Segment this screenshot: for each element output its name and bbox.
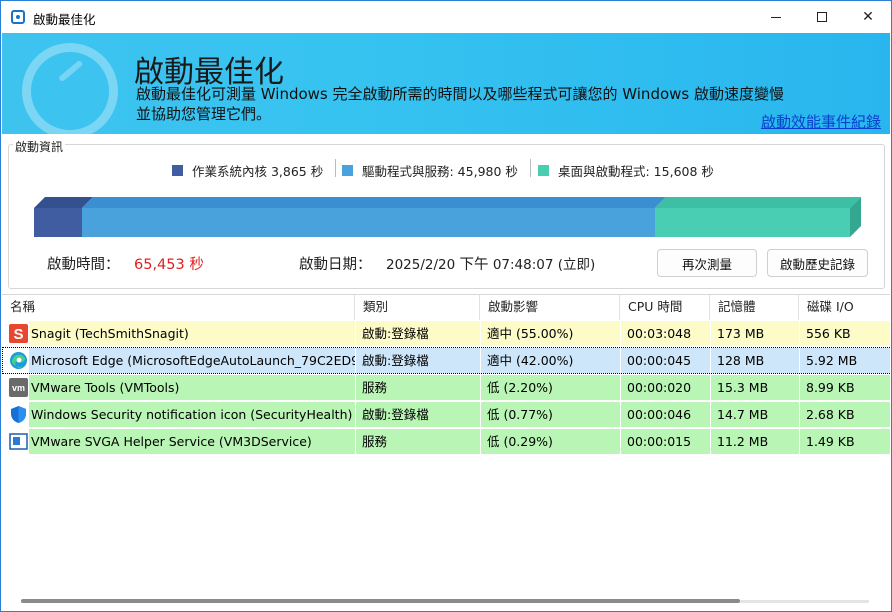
bar-segment-top-desktop bbox=[655, 197, 861, 208]
bar-segment-top-drivers bbox=[82, 197, 667, 208]
close-button[interactable]: ✕ bbox=[845, 1, 891, 33]
row-category: 啟動:登錄檔 bbox=[356, 348, 480, 373]
row-memory: 15.3 MB bbox=[711, 375, 799, 400]
legend-divider bbox=[530, 159, 531, 177]
boot-time-bar-top bbox=[34, 197, 861, 208]
column-header-cpu[interactable]: CPU 時間 bbox=[620, 295, 710, 320]
row-memory: 173 MB bbox=[711, 321, 799, 346]
row-memory: 11.2 MB bbox=[711, 429, 799, 454]
row-cpu-time: 00:00:020 bbox=[621, 375, 710, 400]
boot-time-bar bbox=[34, 197, 861, 237]
snagit-icon: S bbox=[9, 324, 28, 343]
close-icon: ✕ bbox=[862, 9, 874, 25]
minimize-icon bbox=[771, 16, 781, 18]
legend-drivers-label: 驅動程式與服務: 45,980 秒 bbox=[362, 164, 518, 179]
column-header-disk[interactable]: 磁碟 I/O bbox=[799, 295, 890, 320]
row-disk-io: 8.99 KB bbox=[800, 375, 890, 400]
row-category: 服務 bbox=[356, 375, 480, 400]
horizontal-scrollbar-thumb[interactable] bbox=[21, 599, 740, 603]
row-category: 啟動:登錄檔 bbox=[356, 321, 480, 346]
column-header-memory[interactable]: 記憶體 bbox=[710, 295, 799, 320]
bar-segment-drivers bbox=[82, 208, 656, 237]
row-category: 啟動:登錄檔 bbox=[356, 402, 480, 427]
table-row[interactable]: Windows Security notification icon (Secu… bbox=[2, 401, 890, 428]
row-cpu-time: 00:00:015 bbox=[621, 429, 710, 454]
header-banner: 啟動最佳化 啟動最佳化可測量 Windows 完全啟動所需的時間以及哪些程式可讓… bbox=[2, 33, 890, 134]
legend-drivers-swatch bbox=[342, 165, 353, 176]
svg-text:vm: vm bbox=[12, 383, 25, 393]
app-gauge-icon bbox=[11, 10, 25, 24]
legend-divider bbox=[335, 159, 336, 177]
row-cpu-time: 00:00:046 bbox=[621, 402, 710, 427]
vm3d-icon bbox=[9, 432, 28, 451]
row-category: 服務 bbox=[356, 429, 480, 454]
row-memory: 14.7 MB bbox=[711, 402, 799, 427]
boot-time-bar-front bbox=[34, 208, 850, 237]
table-row[interactable]: Snagit (TechSmithSnagit) 啟動:登錄檔 適中 (55.00%… bbox=[2, 320, 890, 347]
row-disk-io: 2.68 KB bbox=[800, 402, 890, 427]
boot-time-label: 啟動時間： bbox=[47, 257, 120, 273]
list-header: 名稱 類別 啟動影響 CPU 時間 記憶體 磁碟 I/O bbox=[2, 295, 890, 320]
title-bar[interactable]: 啟動最佳化 ✕ bbox=[1, 1, 891, 33]
maximize-button[interactable] bbox=[799, 1, 845, 33]
legend-desktop-swatch bbox=[538, 165, 549, 176]
remeasure-button[interactable]: 再次測量 bbox=[657, 249, 757, 277]
row-impact: 適中 (55.00%) bbox=[481, 321, 620, 346]
row-disk-io: 5.92 MB bbox=[800, 348, 890, 373]
row-disk-io: 556 KB bbox=[800, 321, 890, 346]
legend-desktop-label: 桌面與啟動程式: 15,608 秒 bbox=[558, 164, 714, 179]
speedometer-icon bbox=[22, 43, 118, 134]
row-cpu-time: 00:03:048 bbox=[621, 321, 710, 346]
minimize-button[interactable] bbox=[753, 1, 799, 33]
legend-drivers: 驅動程式與服務: 45,980 秒 bbox=[342, 161, 518, 180]
window-title: 啟動最佳化 bbox=[33, 12, 96, 27]
row-name: Windows Security notification icon (Secu… bbox=[29, 402, 355, 427]
boot-time-value: 65,453 秒 bbox=[134, 257, 204, 273]
banner-description: 啟動最佳化可測量 Windows 完全啟動所需的時間以及哪些程式可讓您的 Win… bbox=[136, 85, 784, 123]
row-impact: 適中 (42.00%) bbox=[481, 348, 620, 373]
table-row[interactable]: Microsoft Edge (MicrosoftEdgeAutoLaunch_… bbox=[2, 347, 890, 374]
row-impact: 低 (0.29%) bbox=[481, 429, 620, 454]
row-name: VMware SVGA Helper Service (VM3DService) bbox=[29, 429, 355, 454]
startup-items-list[interactable]: 名稱 類別 啟動影響 CPU 時間 記憶體 磁碟 I/O Snagit (Tec… bbox=[2, 294, 890, 612]
row-impact: 低 (0.77%) bbox=[481, 402, 620, 427]
row-name: VMware Tools (VMTools) bbox=[29, 375, 355, 400]
boot-performance-log-link[interactable]: 啟動效能事件紀錄 bbox=[761, 111, 881, 132]
legend-kernel-label: 作業系統內核 3,865 秒 bbox=[192, 164, 324, 179]
row-name: Snagit (TechSmithSnagit) bbox=[29, 321, 355, 346]
maximize-icon bbox=[817, 12, 827, 22]
column-header-impact[interactable]: 啟動影響 bbox=[480, 295, 620, 320]
boot-date-ampm: 下午 bbox=[459, 257, 489, 273]
boot-date-value: 2025/2/20 下午 07:48:07 (立即) bbox=[386, 253, 595, 274]
table-row[interactable]: VMware SVGA Helper Service (VM3DService)… bbox=[2, 428, 890, 455]
legend-kernel: 作業系統內核 3,865 秒 bbox=[172, 161, 323, 180]
row-cpu-time: 00:00:045 bbox=[621, 348, 710, 373]
row-disk-io: 1.49 KB bbox=[800, 429, 890, 454]
row-name: Microsoft Edge (MicrosoftEdgeAutoLaunch_… bbox=[29, 348, 355, 373]
boot-date: 2025/2/20 bbox=[386, 257, 456, 273]
svg-text:S: S bbox=[13, 326, 23, 343]
row-memory: 128 MB bbox=[711, 348, 799, 373]
column-header-category[interactable]: 類別 bbox=[355, 295, 480, 320]
shield-icon bbox=[9, 405, 28, 424]
app-window: 啟動最佳化 ✕ 啟動最佳化 啟動最佳化可測量 Windows 完全啟動所需的時間… bbox=[0, 0, 892, 612]
row-impact: 低 (2.20%) bbox=[481, 375, 620, 400]
table-row[interactable]: VMware Tools (VMTools) 服務低 (2.20%) 00:00:0… bbox=[2, 374, 890, 401]
bar-segment-kernel bbox=[34, 208, 83, 237]
bar-segment-desktop bbox=[655, 208, 850, 237]
boot-date-label: 啟動日期： bbox=[299, 257, 372, 273]
legend-desktop: 桌面與啟動程式: 15,608 秒 bbox=[538, 161, 714, 180]
edge-icon bbox=[9, 351, 28, 370]
vmware-icon: vm bbox=[9, 378, 28, 397]
legend-kernel-swatch bbox=[172, 165, 183, 176]
boot-date-time: 07:48:07 (立即) bbox=[492, 257, 596, 273]
boot-info-group-label: 啟動資訊 bbox=[13, 138, 66, 155]
boot-history-button[interactable]: 啟動歷史記錄 bbox=[767, 249, 868, 277]
column-header-name[interactable]: 名稱 bbox=[2, 295, 355, 320]
